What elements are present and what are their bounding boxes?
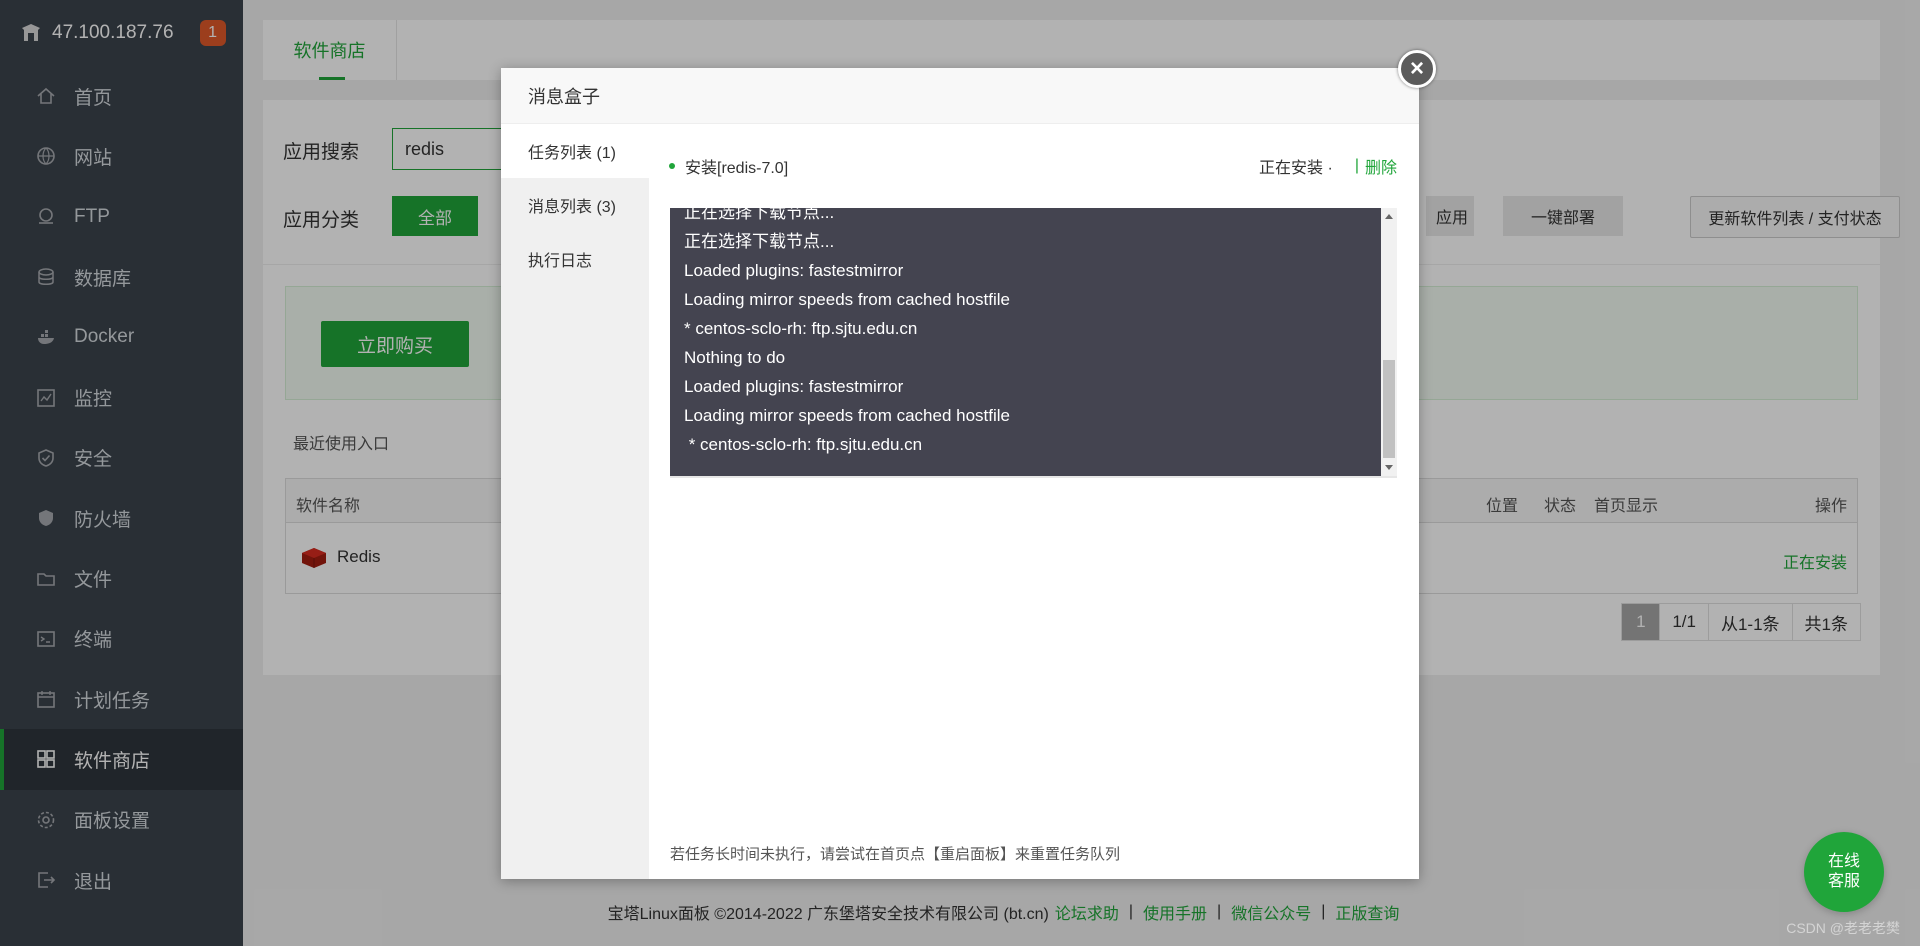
watermark: CSDN @老老老樊 — [1786, 920, 1900, 936]
status-dot-icon — [669, 163, 675, 169]
scroll-down-icon[interactable] — [1385, 465, 1393, 470]
close-button[interactable]: × — [1398, 50, 1436, 88]
install-log-console[interactable]: 正在选择下载节点... 正在选择下载节点... Loaded plugins: … — [670, 208, 1381, 476]
log-line: * centos-sclo-rh: ftp.sjtu.edu.cn — [684, 319, 918, 338]
tab-exec-log[interactable]: 执行日志 — [501, 232, 649, 286]
task-item: 安装[redis-7.0] 正在安装 · | 删除 — [669, 154, 1397, 178]
log-line: Loaded plugins: fastestmirror — [684, 261, 904, 280]
tab-message-list[interactable]: 消息列表 (3) — [501, 178, 649, 232]
close-icon: × — [1409, 55, 1424, 82]
console-scrollbar[interactable] — [1381, 208, 1397, 476]
tab-task-list[interactable]: 任务列表 (1) — [501, 124, 649, 178]
task-name: 安装[redis-7.0] — [685, 160, 789, 177]
message-box-modal: 消息盒子 × 任务列表 (1) 消息列表 (3) 执行日志 安装[redis-7… — [501, 50, 1436, 879]
log-line: Loading mirror speeds from cached hostfi… — [684, 290, 1010, 309]
log-line: 正在选择下载节点... — [684, 208, 835, 222]
log-line: Nothing to do — [684, 348, 786, 367]
delete-task-link[interactable]: 删除 — [1365, 154, 1397, 178]
modal-title: 消息盒子 — [501, 68, 1419, 124]
modal-side-tabs: 任务列表 (1) 消息列表 (3) 执行日志 — [501, 124, 649, 879]
log-line: Loaded plugins: fastestmirror — [684, 377, 904, 396]
task-status: 正在安装 · — [1259, 160, 1333, 177]
scrollbar-thumb[interactable] — [1383, 360, 1395, 458]
scroll-up-icon[interactable] — [1385, 214, 1393, 219]
chat-line-1: 在线 — [1827, 853, 1860, 870]
task-hint-text: 若任务长时间未执行，请尝试在首页点【重启面板】来重置任务队列 — [670, 846, 1121, 863]
console-bottom-edge — [670, 476, 1397, 478]
log-line: Loading mirror speeds from cached hostfi… — [684, 406, 1010, 425]
log-line: * centos-sclo-rh: ftp.sjtu.edu.cn — [684, 435, 923, 454]
task-separator: | — [1354, 157, 1359, 174]
online-service-button[interactable]: 在线 客服 — [1804, 832, 1884, 912]
chat-line-2: 客服 — [1827, 873, 1860, 890]
log-line: 正在选择下载节点... — [684, 232, 835, 251]
modal-body: 安装[redis-7.0] 正在安装 · | 删除 正在选择下载节点... 正在… — [649, 124, 1419, 879]
